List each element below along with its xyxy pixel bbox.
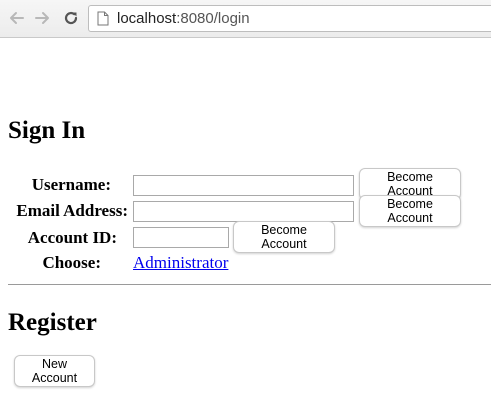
become-account-by-id-button[interactable]: Become Account: [233, 221, 335, 253]
address-bar[interactable]: localhost:8080/login: [88, 5, 491, 32]
url-text: localhost:8080/login: [117, 10, 250, 27]
account-id-label: Account ID:: [27, 228, 117, 247]
become-account-by-email-button[interactable]: Become Account: [359, 195, 461, 227]
username-input[interactable]: [133, 175, 354, 196]
page-icon: [97, 11, 109, 26]
account-id-input[interactable]: [133, 227, 229, 248]
email-label: Email Address:: [16, 201, 128, 220]
section-divider: [8, 284, 491, 285]
email-input[interactable]: [133, 201, 354, 222]
reload-icon[interactable]: [61, 8, 81, 28]
forward-arrow-icon[interactable]: [33, 8, 53, 28]
signin-heading: Sign In: [8, 117, 86, 144]
back-arrow-icon[interactable]: [6, 8, 26, 28]
browser-toolbar: localhost:8080/login: [0, 0, 491, 38]
choose-label: Choose:: [42, 253, 101, 272]
new-account-button[interactable]: New Account: [14, 355, 95, 387]
url-host: localhost: [117, 10, 177, 27]
administrator-link[interactable]: Administrator: [133, 253, 228, 273]
register-heading: Register: [8, 309, 97, 336]
username-label: Username:: [31, 175, 111, 194]
url-path: :8080/login: [176, 10, 250, 27]
